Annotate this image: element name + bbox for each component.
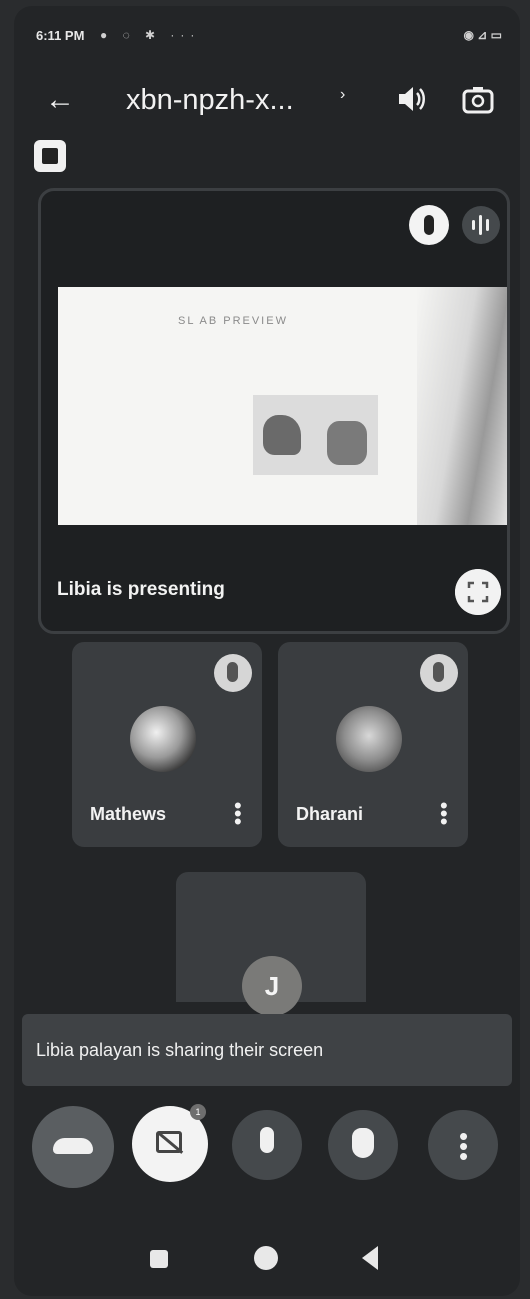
microphone-icon <box>260 1127 274 1153</box>
speaker-icon[interactable] <box>394 82 428 116</box>
hand-icon <box>352 1128 374 1158</box>
android-nav-bar <box>14 1236 520 1286</box>
back-triangle-icon[interactable] <box>362 1246 378 1270</box>
more-vert-icon[interactable]: • • • <box>440 795 448 833</box>
more-options-button[interactable]: • • • <box>428 1110 498 1180</box>
fullscreen-icon[interactable] <box>455 569 501 615</box>
end-call-button[interactable] <box>32 1106 114 1188</box>
shared-screen-slide: SL AB PREVIEW <box>58 287 507 525</box>
banner-text: Libia palayan is sharing their screen <box>36 1040 324 1060</box>
screen-share-banner: Libia palayan is sharing their screen <box>22 1014 512 1086</box>
back-arrow-icon[interactable]: ← <box>40 80 80 120</box>
share-badge: 1 <box>190 1104 206 1120</box>
mic-muted-icon <box>420 654 458 692</box>
status-system-icons: ◉ ⊿ ▭ <box>463 28 502 42</box>
microphone-button[interactable] <box>232 1110 302 1180</box>
presentation-tile[interactable]: SL AB PREVIEW Libia is presenting <box>38 188 510 634</box>
picture-in-picture-icon[interactable] <box>34 140 66 172</box>
participant-tile[interactable]: Mathews • • • <box>72 642 262 847</box>
status-bar: 6:11 PM ● ◌ ✱ ··· ◉ ⊿ ▭ <box>14 6 520 58</box>
slide-decoration <box>417 287 507 525</box>
participant-name: Dharani <box>296 804 364 824</box>
phone-hangup-icon <box>53 1138 93 1154</box>
home-icon[interactable] <box>254 1246 278 1270</box>
raise-hand-button[interactable] <box>328 1110 398 1180</box>
mic-muted-icon <box>214 654 252 692</box>
slide-heading: SL AB PREVIEW <box>178 315 288 327</box>
microphone-icon <box>409 205 449 245</box>
slide-image <box>253 395 378 475</box>
phone-screen: 6:11 PM ● ◌ ✱ ··· ◉ ⊿ ▭ ← xbn-npzh-x... … <box>14 6 520 1296</box>
self-view-tile[interactable]: J <box>176 872 366 1016</box>
switch-camera-icon[interactable] <box>460 82 496 118</box>
more-vert-icon[interactable]: • • • <box>234 795 242 833</box>
more-vert-icon: • • • <box>459 1121 469 1171</box>
audio-wave-icon <box>462 206 500 244</box>
meeting-code[interactable]: xbn-npzh-x... <box>126 84 294 117</box>
presenter-label: Libia is presenting <box>57 579 225 600</box>
avatar <box>130 706 196 772</box>
status-time: 6:11 PM <box>36 28 85 43</box>
status-notification-icons: ● ◌ ✱ ··· <box>100 28 201 42</box>
call-controls: 1 • • • <box>14 1104 520 1216</box>
self-avatar: J <box>242 956 302 1016</box>
chevron-right-icon[interactable]: › <box>340 86 345 104</box>
participant-tile[interactable]: Dharani • • • <box>278 642 468 847</box>
avatar <box>336 706 402 772</box>
meeting-top-bar: ← xbn-npzh-x... › <box>14 68 520 132</box>
recents-icon[interactable] <box>150 1250 168 1268</box>
participant-name: Mathews <box>90 804 167 824</box>
stop-share-button[interactable]: 1 <box>132 1104 208 1182</box>
